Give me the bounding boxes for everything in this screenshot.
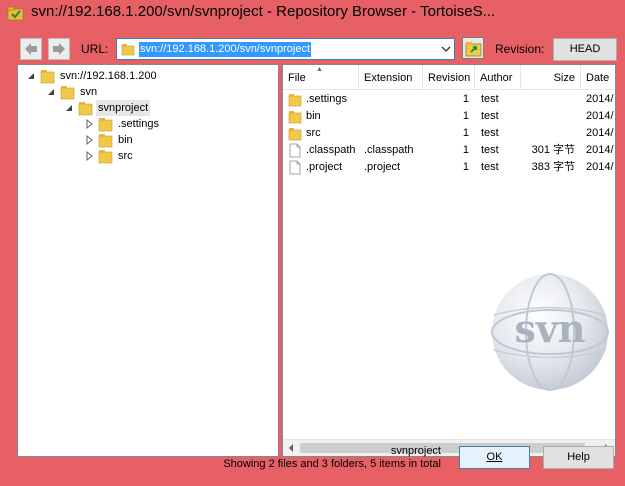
- tortoisesvn-app-icon[interactable]: [7, 5, 24, 22]
- tree-item-label: svn: [80, 86, 98, 98]
- list-item[interactable]: bin 1 test 2014/: [283, 108, 615, 125]
- folder-icon: [121, 44, 135, 56]
- tree-item-root[interactable]: svn://192.168.1.200: [26, 68, 226, 84]
- tree-item-svn[interactable]: svn: [46, 84, 166, 100]
- tree-item-svnproject[interactable]: svnproject: [64, 100, 184, 116]
- expanded-arrow-icon[interactable]: [26, 71, 36, 81]
- back-arrow-icon: [25, 43, 37, 55]
- tree-item-label: svnproject: [96, 100, 151, 116]
- extension-cell: .project: [364, 161, 401, 173]
- size-cell: [521, 91, 575, 108]
- folder-icon: [98, 134, 113, 148]
- column-header-file[interactable]: File ▲: [283, 65, 359, 90]
- folder-arrow-icon: [465, 42, 482, 57]
- extension-cell: [364, 108, 422, 125]
- status-summary: Showing 2 files and 3 folders, 5 items i…: [223, 458, 441, 470]
- folder-icon: [98, 118, 113, 132]
- collapsed-arrow-icon[interactable]: [84, 151, 94, 161]
- date-cell: 2014/: [586, 161, 614, 173]
- chevron-down-icon[interactable]: [440, 43, 452, 55]
- date-cell: 2014/: [586, 127, 614, 139]
- column-header-revision[interactable]: Revision: [423, 65, 475, 90]
- expanded-arrow-icon[interactable]: [64, 103, 74, 113]
- date-cell: 2014/: [586, 144, 614, 156]
- file-list[interactable]: File ▲ Extension Revision Author Size Da…: [282, 64, 616, 457]
- revision-cell: 1: [462, 127, 469, 139]
- date-cell: 2014/: [586, 93, 614, 105]
- watermark-text: svn: [514, 306, 585, 351]
- author-cell: test: [481, 127, 499, 139]
- file-icon: [289, 160, 301, 175]
- folder-icon: [40, 70, 55, 84]
- collapsed-arrow-icon[interactable]: [84, 135, 94, 145]
- size-cell: [521, 108, 575, 125]
- size-cell: [521, 125, 575, 142]
- column-header-date[interactable]: Date: [581, 65, 615, 90]
- collapsed-arrow-icon[interactable]: [84, 119, 94, 129]
- folder-icon: [288, 111, 302, 124]
- url-label: URL:: [81, 42, 109, 56]
- folder-icon: [288, 94, 302, 107]
- tree-item-src[interactable]: src: [84, 148, 204, 164]
- file-icon: [289, 143, 301, 158]
- url-combobox[interactable]: svn://192.168.1.200/svn/svnproject: [116, 38, 455, 60]
- scroll-left-icon[interactable]: [287, 444, 295, 452]
- column-header-size[interactable]: Size: [521, 65, 581, 90]
- forward-button[interactable]: [48, 38, 70, 60]
- list-header: File ▲ Extension Revision Author Size Da…: [283, 65, 615, 90]
- url-input-value[interactable]: svn://192.168.1.200/svn/svnproject: [139, 42, 311, 57]
- tree-item-label: .settings: [118, 118, 159, 130]
- tree-item-bin[interactable]: bin: [84, 132, 204, 148]
- author-cell: test: [481, 110, 499, 122]
- tree-item-settings[interactable]: .settings: [84, 116, 204, 132]
- folder-icon: [98, 150, 113, 164]
- author-cell: test: [481, 161, 499, 173]
- sort-ascending-icon: ▲: [316, 66, 323, 73]
- file-cell: bin: [288, 108, 358, 125]
- file-cell: src: [288, 125, 358, 142]
- revision-button[interactable]: HEAD: [553, 38, 617, 61]
- file-cell: .classpath: [288, 142, 360, 159]
- forward-arrow-icon: [53, 43, 65, 55]
- help-button[interactable]: Help: [543, 446, 614, 469]
- folder-icon: [288, 128, 302, 141]
- size-cell: 383 字节: [531, 161, 575, 173]
- column-header-extension[interactable]: Extension: [359, 65, 423, 90]
- folder-icon: [60, 86, 75, 100]
- list-item[interactable]: .settings 1 test 2014/: [283, 91, 615, 108]
- status-path: svnproject: [390, 445, 441, 457]
- repository-tree[interactable]: svn://192.168.1.200 svn svnproject .sett…: [17, 64, 279, 457]
- column-header-author[interactable]: Author: [475, 65, 521, 90]
- revision-cell: 1: [462, 161, 469, 173]
- svn-globe-watermark: svn: [491, 273, 609, 391]
- file-cell: .settings: [288, 91, 358, 108]
- file-cell: .project: [288, 159, 360, 176]
- revision-label: Revision:: [495, 42, 545, 56]
- repository-browser-body: URL: svn://192.168.1.200/svn/svnproject …: [0, 26, 625, 486]
- size-cell: 301 字节: [531, 144, 575, 156]
- extension-cell: [364, 125, 422, 142]
- list-item[interactable]: .classpath .classpath 1 test 301 字节 2014…: [283, 142, 615, 159]
- extension-cell: [364, 91, 422, 108]
- ok-button[interactable]: OK: [459, 446, 530, 469]
- tree-item-label: svn://192.168.1.200: [60, 70, 157, 82]
- window-title: svn://192.168.1.200/svn/svnproject - Rep…: [31, 3, 496, 20]
- extension-cell: .classpath: [364, 144, 414, 156]
- tree-item-label: src: [118, 150, 133, 162]
- list-item[interactable]: .project .project 1 test 383 字节 2014/: [283, 159, 615, 176]
- list-item[interactable]: src 1 test 2014/: [283, 125, 615, 142]
- author-cell: test: [481, 93, 499, 105]
- revision-cell: 1: [462, 144, 469, 156]
- title-bar: svn://192.168.1.200/svn/svnproject - Rep…: [0, 0, 625, 26]
- back-button[interactable]: [20, 38, 42, 60]
- author-cell: test: [481, 144, 499, 156]
- revision-cell: 1: [462, 93, 469, 105]
- expanded-arrow-icon[interactable]: [46, 87, 56, 97]
- revision-cell: 1: [462, 110, 469, 122]
- date-cell: 2014/: [586, 110, 614, 122]
- tree-item-label: bin: [118, 134, 133, 146]
- folder-icon: [78, 102, 93, 116]
- browse-repository-button[interactable]: [462, 37, 484, 59]
